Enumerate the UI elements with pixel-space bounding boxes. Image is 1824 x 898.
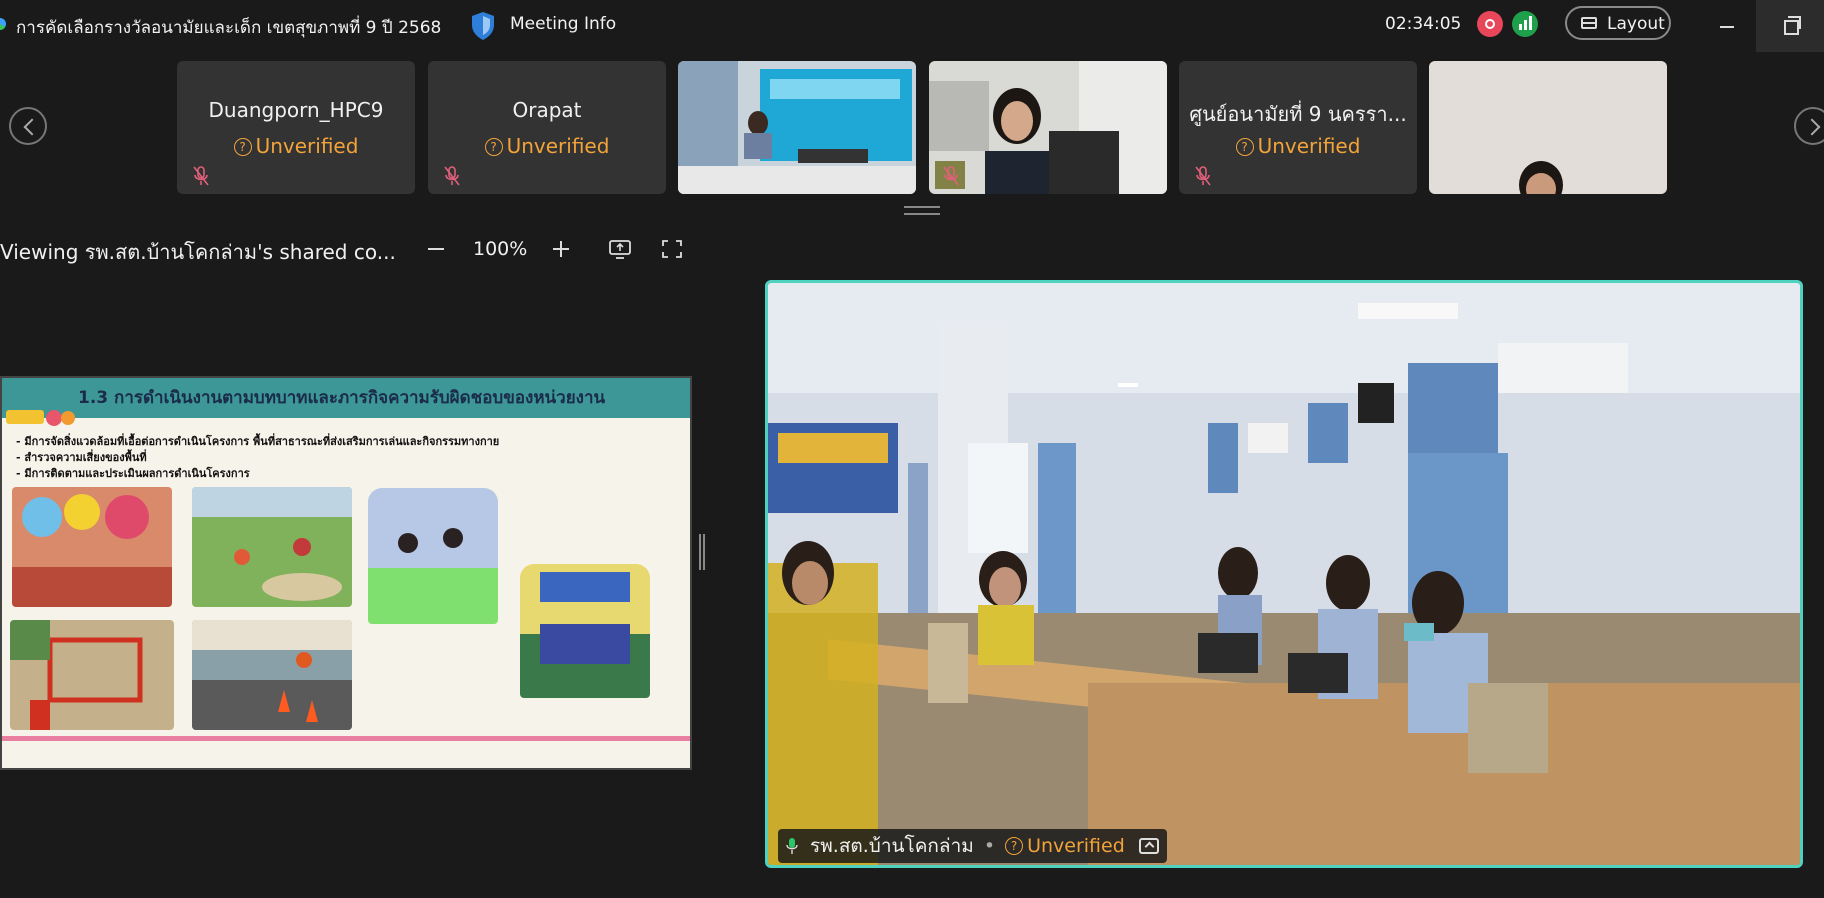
participant-name: ศูนย์อนามัยที่ 9 นครรา... [1189, 102, 1407, 126]
strip-resize-handle[interactable] [904, 206, 940, 215]
speaker-name: รพ.สต.บ้านโคกล่าม [810, 835, 974, 857]
unverified-badge: ? Unverified [428, 134, 666, 158]
panel-divider-grip[interactable] [699, 534, 705, 570]
slide-bullets: มีการจัดสิ่งแวดล้อมที่เอื้อต่อการดำเนินโ… [16, 434, 499, 482]
prev-participants-button[interactable] [9, 107, 47, 145]
participant-tile[interactable]: Duangporn_HPC9 ? Unverified [177, 61, 415, 194]
slide-photo [368, 488, 498, 624]
layout-button[interactable]: Layout [1565, 6, 1671, 40]
next-participants-button[interactable] [1794, 107, 1824, 145]
slide-bullet: สำรวจความเสี่ยงของพื้นที่ [16, 450, 499, 466]
participant-name: Orapat [512, 98, 582, 122]
stats-icon[interactable] [1512, 11, 1538, 37]
mic-off-icon [1195, 166, 1211, 186]
upload-icon[interactable] [1138, 838, 1159, 854]
active-speaker-video[interactable] [765, 280, 1803, 868]
question-icon: ? [484, 138, 503, 156]
meeting-title: การคัดเลือกรางวัลอนามัยและเด็ก เขตสุขภาพ… [16, 18, 442, 38]
layout-icon [1581, 17, 1597, 29]
mic-off-icon [943, 166, 959, 186]
restore-button[interactable] [1756, 0, 1824, 52]
slide-footer-bar [2, 736, 690, 741]
fullscreen-icon[interactable] [660, 238, 684, 260]
participant-video-tile[interactable] [1429, 61, 1667, 194]
title-bar: การคัดเลือกรางวัลอนามัยและเด็ก เขตสุขภาพ… [0, 0, 1824, 52]
slide-photo [520, 564, 650, 698]
viewing-share-label: Viewing รพ.สต.บ้านโคกล่าม's shared co... [0, 240, 396, 264]
share-screen-icon[interactable] [608, 238, 632, 260]
slide-bullet: มีการจัดสิ่งแวดล้อมที่เอื้อต่อการดำเนินโ… [16, 434, 499, 450]
question-icon: ? [1005, 837, 1024, 855]
zoom-level[interactable]: 100% [473, 238, 527, 260]
participant-name: Duangporn_HPC9 [208, 98, 384, 122]
slide-photo [192, 620, 352, 730]
speaker-video-feed [768, 283, 1800, 865]
participant-tile[interactable]: ศูนย์อนามัยที่ 9 นครรา... ? Unverified [1179, 61, 1417, 194]
slide-logo [6, 410, 75, 426]
question-icon: ? [1235, 138, 1254, 156]
app-logo-icon [0, 18, 6, 30]
zoom-out-button[interactable] [424, 237, 448, 261]
shared-screen[interactable]: 1.3 การดำเนินงานตามบทบาทและภารกิจความรับ… [0, 376, 692, 770]
zoom-in-button[interactable] [549, 237, 573, 261]
question-icon: ? [233, 138, 252, 156]
meeting-timer: 02:34:05 [1385, 14, 1462, 34]
slide-photo [10, 620, 174, 730]
participant-video [678, 61, 916, 194]
speaker-name-chip: รพ.สต.บ้านโคกล่าม • ? Unverified [778, 829, 1167, 863]
participant-video [929, 61, 1167, 194]
participant-video-tile[interactable] [678, 61, 916, 194]
mic-off-icon [193, 166, 209, 186]
minimize-button[interactable] [1710, 12, 1744, 42]
separator-dot: • [983, 835, 996, 857]
unverified-badge: ? Unverified [1179, 134, 1417, 158]
record-icon[interactable] [1477, 11, 1503, 37]
mic-off-icon [444, 166, 460, 186]
participant-video [1429, 61, 1667, 194]
unverified-badge: ? Unverified [177, 134, 415, 158]
participant-video-tile[interactable] [929, 61, 1167, 194]
slide-title: 1.3 การดำเนินงานตามบทบาทและภารกิจความรับ… [78, 388, 606, 408]
slide-bullet: มีการติดตามและประเมินผลการดำเนินโครงการ [16, 466, 499, 482]
slide-photo [12, 487, 172, 607]
layout-label: Layout [1607, 14, 1665, 34]
participant-tile[interactable]: Orapat ? Unverified [428, 61, 666, 194]
slide-photo [192, 487, 352, 607]
shield-icon[interactable] [470, 11, 496, 41]
unverified-badge: ? Unverified [1005, 835, 1125, 857]
meeting-info-button[interactable]: Meeting Info [510, 14, 616, 34]
mic-icon [786, 838, 798, 854]
